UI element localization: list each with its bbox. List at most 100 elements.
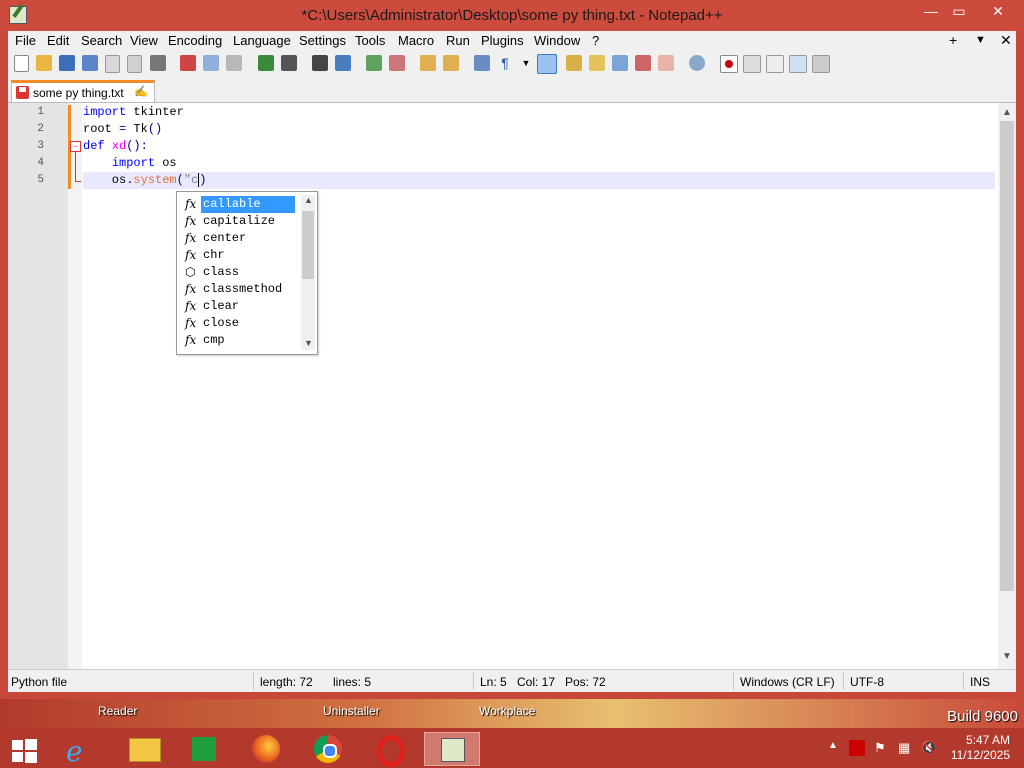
menu-tools[interactable]: Tools xyxy=(355,33,385,48)
menu-window[interactable]: Window xyxy=(534,33,580,48)
menu-plugins[interactable]: Plugins xyxy=(481,33,524,48)
menu-encoding[interactable]: Encoding xyxy=(168,33,222,48)
autocomplete-item[interactable]: fx callable xyxy=(177,196,295,213)
maximize-button[interactable]: ▭ xyxy=(942,0,976,22)
play-macro-icon[interactable] xyxy=(766,55,784,73)
scroll-thumb[interactable] xyxy=(302,211,314,279)
volume-muted-icon[interactable]: 🔇 xyxy=(921,740,937,756)
autocomplete-item[interactable]: fx close xyxy=(177,315,295,332)
notepadpp-taskbar-icon[interactable] xyxy=(424,732,480,766)
action-center-flag-icon[interactable]: ⚑ xyxy=(874,740,886,756)
scroll-thumb[interactable] xyxy=(1000,121,1014,591)
fold-toggle-icon[interactable]: − xyxy=(70,141,81,152)
folder-workspace-icon[interactable] xyxy=(635,55,651,71)
replace-icon[interactable] xyxy=(335,55,351,71)
clock[interactable]: 5:47 AM 11/12/2025 xyxy=(951,733,1010,763)
desktop-icon-label[interactable]: Workplace xyxy=(479,704,535,718)
code-line-1[interactable]: import tkinter xyxy=(83,104,995,121)
code-lines[interactable]: import tkinter root = Tk() def xd(): imp… xyxy=(83,103,995,669)
store-icon[interactable] xyxy=(176,732,232,766)
scroll-up-icon[interactable]: ▲ xyxy=(304,195,313,205)
paste-icon[interactable] xyxy=(226,55,242,71)
redo-icon[interactable] xyxy=(281,55,297,71)
network-icon[interactable]: ▦ xyxy=(898,740,910,756)
save-macro-icon[interactable] xyxy=(812,55,830,73)
run-macro-multiple-icon[interactable] xyxy=(789,55,807,73)
scroll-up-icon[interactable]: ▲ xyxy=(1002,107,1012,118)
sync-vertical-icon[interactable] xyxy=(420,55,436,71)
scroll-down-icon[interactable]: ▼ xyxy=(304,338,313,348)
print-icon[interactable] xyxy=(150,55,166,71)
new-tab-icon[interactable]: + xyxy=(949,32,957,48)
code-line-3[interactable]: def xd(): xyxy=(83,138,995,155)
stop-macro-icon[interactable] xyxy=(743,55,761,73)
function-list-icon[interactable] xyxy=(612,55,628,71)
fold-margin[interactable]: − xyxy=(68,103,82,669)
tab-list-icon[interactable]: ▼ xyxy=(975,34,986,46)
indent-guide-icon[interactable] xyxy=(537,54,557,74)
line-number: 1 xyxy=(37,106,44,118)
function-icon: fx xyxy=(185,214,197,228)
code-line-2[interactable]: root = Tk() xyxy=(83,121,995,138)
menu-search[interactable]: Search xyxy=(81,33,122,48)
autocomplete-list[interactable]: fx callable fx capitalize fx center fx chr ⬡… xyxy=(176,191,318,355)
autocomplete-item[interactable]: fx capitalize xyxy=(177,213,295,230)
eye-icon[interactable] xyxy=(689,55,705,71)
opera-icon[interactable] xyxy=(362,732,418,767)
new-file-icon[interactable] xyxy=(14,55,29,72)
zoom-out-icon[interactable] xyxy=(389,55,405,71)
word-wrap-icon[interactable] xyxy=(474,55,490,71)
vertical-scrollbar[interactable]: ▲ ▼ xyxy=(998,103,1016,669)
code-line-5[interactable]: os.system("c) xyxy=(83,172,995,189)
autocomplete-scrollbar[interactable]: ▲ ▼ xyxy=(301,195,315,350)
copy-icon[interactable] xyxy=(203,55,219,71)
close-file-icon[interactable] xyxy=(105,55,120,73)
file-explorer-icon[interactable] xyxy=(115,732,171,766)
dropdown-icon[interactable]: ▼ xyxy=(518,58,534,74)
tab-some-py-thing[interactable]: some py thing.txt ✍ xyxy=(11,80,155,102)
find-icon[interactable] xyxy=(312,55,328,71)
save-all-icon[interactable] xyxy=(82,55,98,71)
zoom-in-icon[interactable] xyxy=(366,55,382,71)
clock-time: 5:47 AM xyxy=(965,733,1010,747)
scroll-down-icon[interactable]: ▼ xyxy=(1002,651,1012,662)
start-button[interactable] xyxy=(0,732,56,766)
autocomplete-item[interactable]: ⬡ class xyxy=(177,264,295,281)
menu-view[interactable]: View xyxy=(130,33,158,48)
save-icon[interactable] xyxy=(59,55,75,71)
monitoring-icon[interactable] xyxy=(658,55,674,71)
chrome-icon[interactable] xyxy=(300,732,356,766)
pin-icon[interactable]: ✍ xyxy=(134,85,148,98)
record-macro-icon[interactable] xyxy=(720,55,738,73)
menu-help[interactable]: ? xyxy=(592,33,599,48)
autocomplete-item[interactable]: fx classmethod xyxy=(177,281,295,298)
autocomplete-item[interactable]: fx chr xyxy=(177,247,295,264)
antivirus-icon[interactable] xyxy=(849,740,865,756)
menu-run[interactable]: Run xyxy=(446,33,470,48)
doc-map-icon[interactable] xyxy=(589,55,605,71)
sync-horizontal-icon[interactable] xyxy=(443,55,459,71)
firefox-icon[interactable] xyxy=(238,732,294,766)
close-button[interactable]: ✕ xyxy=(978,0,1018,22)
undo-icon[interactable] xyxy=(258,55,274,71)
close-tab-icon[interactable]: ✕ xyxy=(1000,32,1012,49)
cut-icon[interactable] xyxy=(180,55,196,71)
code-line-4[interactable]: import os xyxy=(83,155,995,172)
show-hidden-icons[interactable]: ▲ xyxy=(828,740,838,751)
desktop-icon-label[interactable]: Reader xyxy=(98,704,137,718)
editor-area[interactable]: 1 2 3 4 5 − import tkinter root = Tk() d… xyxy=(8,102,1016,669)
menu-settings[interactable]: Settings xyxy=(299,33,346,48)
desktop-icon-label[interactable]: Uninstaller xyxy=(323,704,380,718)
user-lang-icon[interactable] xyxy=(566,55,582,71)
menu-file[interactable]: File xyxy=(15,33,36,48)
menu-language[interactable]: Language xyxy=(233,33,291,48)
internet-explorer-icon[interactable]: e xyxy=(54,732,110,768)
autocomplete-item[interactable]: fx cmp xyxy=(177,332,295,349)
autocomplete-item[interactable]: fx center xyxy=(177,230,295,247)
close-all-icon[interactable] xyxy=(127,55,142,73)
menu-macro[interactable]: Macro xyxy=(398,33,434,48)
menu-edit[interactable]: Edit xyxy=(47,33,69,48)
show-all-chars-icon[interactable]: ¶ xyxy=(497,55,513,71)
autocomplete-item[interactable]: fx clear xyxy=(177,298,295,315)
open-file-icon[interactable] xyxy=(36,55,52,71)
